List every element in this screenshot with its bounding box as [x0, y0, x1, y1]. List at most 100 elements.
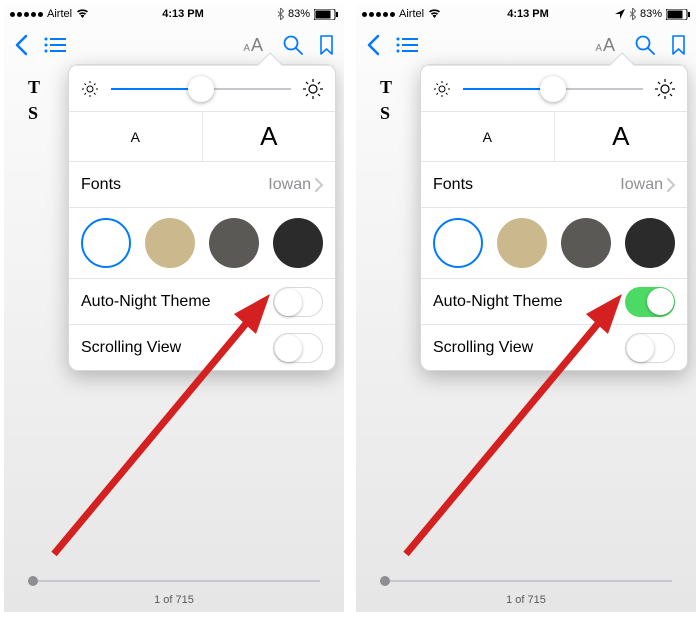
auto-night-label: Auto-Night Theme	[81, 293, 211, 311]
font-size-row: A A	[421, 111, 687, 161]
fonts-label: Fonts	[433, 176, 473, 194]
appearance-button[interactable]: AA	[595, 35, 615, 56]
scrolling-view-row: Scrolling View	[69, 324, 335, 370]
font-size-row: A A	[69, 111, 335, 161]
theme-gray-button[interactable]	[209, 218, 259, 268]
themes-row	[421, 207, 687, 278]
toggle-knob	[275, 335, 302, 362]
search-button[interactable]	[283, 35, 303, 55]
book-line: T	[380, 74, 392, 100]
page-counter: 1 of 715	[356, 594, 696, 606]
book-line: S	[380, 100, 392, 126]
bookmark-button[interactable]	[319, 35, 334, 55]
scrolling-view-toggle[interactable]	[625, 333, 675, 363]
signal-dots-icon	[362, 12, 395, 17]
status-bar: Airtel 4:13 PM 83%	[356, 4, 696, 24]
back-button[interactable]	[14, 34, 28, 56]
font-smaller-button[interactable]: A	[421, 112, 555, 161]
brightness-row	[421, 65, 687, 111]
search-button[interactable]	[635, 35, 655, 55]
scrubber-knob[interactable]	[380, 576, 390, 586]
toggle-knob	[275, 289, 302, 316]
auto-night-label: Auto-Night Theme	[433, 293, 563, 311]
battery-icon	[666, 9, 690, 20]
theme-gray-button[interactable]	[561, 218, 611, 268]
clock-label: 4:13 PM	[162, 8, 204, 20]
status-right: 83%	[277, 8, 338, 20]
status-right: 83%	[615, 8, 690, 20]
battery-pct-label: 83%	[640, 8, 662, 20]
brightness-low-icon	[433, 80, 451, 98]
bluetooth-icon	[277, 8, 284, 20]
wifi-icon	[428, 9, 441, 19]
signal-dots-icon	[10, 12, 43, 17]
theme-sepia-button[interactable]	[497, 218, 547, 268]
phone-left: Airtel 4:13 PM 83% AA T S	[4, 4, 344, 612]
book-text-peek: T S	[380, 74, 392, 126]
brightness-row	[69, 65, 335, 111]
themes-row	[69, 207, 335, 278]
appearance-popover: A A Fonts Iowan Auto-Night Theme	[68, 64, 336, 371]
reader-toolbar: AA	[4, 24, 344, 66]
auto-night-toggle[interactable]	[273, 287, 323, 317]
carrier-label: Airtel	[47, 8, 72, 20]
font-value: Iowan	[268, 176, 323, 194]
page-scrubber[interactable]	[380, 580, 672, 582]
phone-right: Airtel 4:13 PM 83% AA T	[356, 4, 696, 612]
brightness-slider[interactable]	[111, 88, 291, 90]
reader-toolbar: AA	[356, 24, 696, 66]
brightness-high-icon	[303, 79, 323, 99]
slider-knob[interactable]	[540, 76, 566, 102]
battery-icon	[314, 9, 338, 20]
brightness-slider[interactable]	[463, 88, 643, 90]
scrolling-view-label: Scrolling View	[433, 339, 533, 357]
brightness-low-icon	[81, 80, 99, 98]
auto-night-row: Auto-Night Theme	[421, 278, 687, 324]
theme-sepia-button[interactable]	[145, 218, 195, 268]
battery-pct-label: 83%	[288, 8, 310, 20]
chevron-right-icon	[667, 178, 675, 192]
contents-button[interactable]	[44, 37, 66, 53]
theme-white-button[interactable]	[433, 218, 483, 268]
scrolling-view-label: Scrolling View	[81, 339, 181, 357]
toggle-knob	[627, 335, 654, 362]
brightness-high-icon	[655, 79, 675, 99]
slider-knob[interactable]	[188, 76, 214, 102]
book-text-peek: T S	[28, 74, 40, 126]
scrubber-knob[interactable]	[28, 576, 38, 586]
font-value: Iowan	[620, 176, 675, 194]
font-larger-button[interactable]: A	[203, 112, 336, 161]
wifi-icon	[76, 9, 89, 19]
font-name-text: Iowan	[620, 176, 663, 194]
book-line: T	[28, 74, 40, 100]
font-smaller-button[interactable]: A	[69, 112, 203, 161]
comparison-canvas: Airtel 4:13 PM 83% AA T S	[0, 0, 700, 623]
fonts-row[interactable]: Fonts Iowan	[421, 161, 687, 207]
status-bar: Airtel 4:13 PM 83%	[4, 4, 344, 24]
theme-night-button[interactable]	[273, 218, 323, 268]
auto-night-row: Auto-Night Theme	[69, 278, 335, 324]
appearance-button[interactable]: AA	[243, 35, 263, 56]
font-larger-button[interactable]: A	[555, 112, 688, 161]
scrolling-view-row: Scrolling View	[421, 324, 687, 370]
contents-button[interactable]	[396, 37, 418, 53]
fonts-label: Fonts	[81, 176, 121, 194]
chevron-right-icon	[315, 178, 323, 192]
clock-label: 4:13 PM	[507, 8, 549, 20]
toggle-knob	[647, 288, 674, 315]
bookmark-button[interactable]	[671, 35, 686, 55]
book-line: S	[28, 100, 40, 126]
scrolling-view-toggle[interactable]	[273, 333, 323, 363]
status-left: Airtel	[362, 8, 441, 20]
status-left: Airtel	[10, 8, 89, 20]
bluetooth-icon	[629, 8, 636, 20]
back-button[interactable]	[366, 34, 380, 56]
theme-night-button[interactable]	[625, 218, 675, 268]
carrier-label: Airtel	[399, 8, 424, 20]
auto-night-toggle[interactable]	[625, 287, 675, 317]
theme-white-button[interactable]	[81, 218, 131, 268]
page-counter: 1 of 715	[4, 594, 344, 606]
page-scrubber[interactable]	[28, 580, 320, 582]
appearance-popover: A A Fonts Iowan Auto-Night Theme	[420, 64, 688, 371]
fonts-row[interactable]: Fonts Iowan	[69, 161, 335, 207]
